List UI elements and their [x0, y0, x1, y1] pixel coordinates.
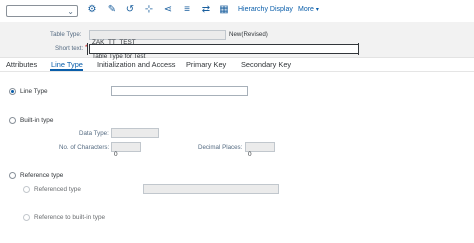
table-type-label: Table Type:: [50, 31, 82, 38]
display-object-icon[interactable]: ▦: [218, 4, 230, 16]
transport-icon[interactable]: ⇄: [200, 4, 212, 16]
line-type-radio[interactable]: [9, 88, 16, 95]
text-cursor: [87, 43, 89, 55]
hierarchy-display-button[interactable]: Hierarchy Display: [238, 5, 293, 15]
data-type-field: [111, 128, 159, 138]
num-chars-value: 0: [114, 151, 118, 158]
reference-type-radio[interactable]: [9, 172, 16, 179]
hierarchy-tree-icon[interactable]: ⋖: [162, 4, 174, 16]
builtin-type-label: Built-in type: [20, 117, 54, 124]
activate-icon[interactable]: ↺: [124, 4, 136, 16]
num-chars-label: No. of Characters:: [59, 144, 110, 151]
short-text-label: Short text:: [55, 45, 84, 52]
line-type-label: Line Type: [20, 88, 48, 95]
reference-builtin-radio[interactable]: [23, 214, 30, 221]
referenced-type-label: Referenced type: [34, 186, 81, 193]
table-type-field: ZAK_TT_TEST: [89, 30, 226, 46]
short-text-input[interactable]: Table Type for Test: [89, 44, 359, 60]
more-label: More: [298, 6, 314, 13]
more-button[interactable]: More ▾: [298, 5, 319, 15]
decimal-places-label: Decimal Places:: [198, 144, 243, 151]
reference-type-label: Reference type: [20, 172, 64, 179]
tab-line-type[interactable]: Line Type: [51, 60, 83, 69]
where-used-icon[interactable]: ⊹: [143, 4, 155, 16]
object-list-icon[interactable]: ≡: [181, 4, 193, 16]
num-chars-field: 0: [111, 142, 141, 158]
referenced-type-radio[interactable]: [23, 186, 30, 193]
command-dropdown[interactable]: ⌄: [6, 5, 78, 17]
text-cursor-end: [358, 43, 360, 55]
referenced-type-field: [143, 184, 279, 194]
chevron-down-icon: ▾: [315, 7, 319, 13]
settings-check-icon[interactable]: ⚙: [86, 4, 98, 16]
builtin-type-radio[interactable]: [9, 117, 16, 124]
toolbar: ⌄ ⚙ ✎ ↺ ⊹ ⋖ ≡ ⇄ ▦ Hierarchy Display More…: [0, 0, 474, 22]
tab-initialization-access[interactable]: Initialization and Access: [97, 60, 175, 69]
decimal-places-field: 0: [245, 142, 275, 158]
command-dropdown-value: [7, 14, 9, 21]
tab-attributes[interactable]: Attributes: [6, 60, 37, 69]
decimal-places-value: 0: [248, 151, 252, 158]
reference-builtin-label: Reference to built-in type: [34, 214, 106, 221]
line-type-input[interactable]: [111, 86, 248, 96]
active-tab-indicator: [50, 69, 83, 71]
line-type-value: [112, 95, 114, 102]
data-type-label: Data Type:: [79, 130, 109, 137]
tab-primary-key[interactable]: Primary Key: [186, 60, 226, 69]
status-text: New(Revised): [229, 31, 268, 38]
referenced-type-value: [144, 193, 146, 200]
display-change-icon[interactable]: ✎: [106, 4, 118, 16]
chevron-down-icon: ⌄: [67, 7, 74, 16]
tab-secondary-key[interactable]: Secondary Key: [241, 60, 291, 69]
